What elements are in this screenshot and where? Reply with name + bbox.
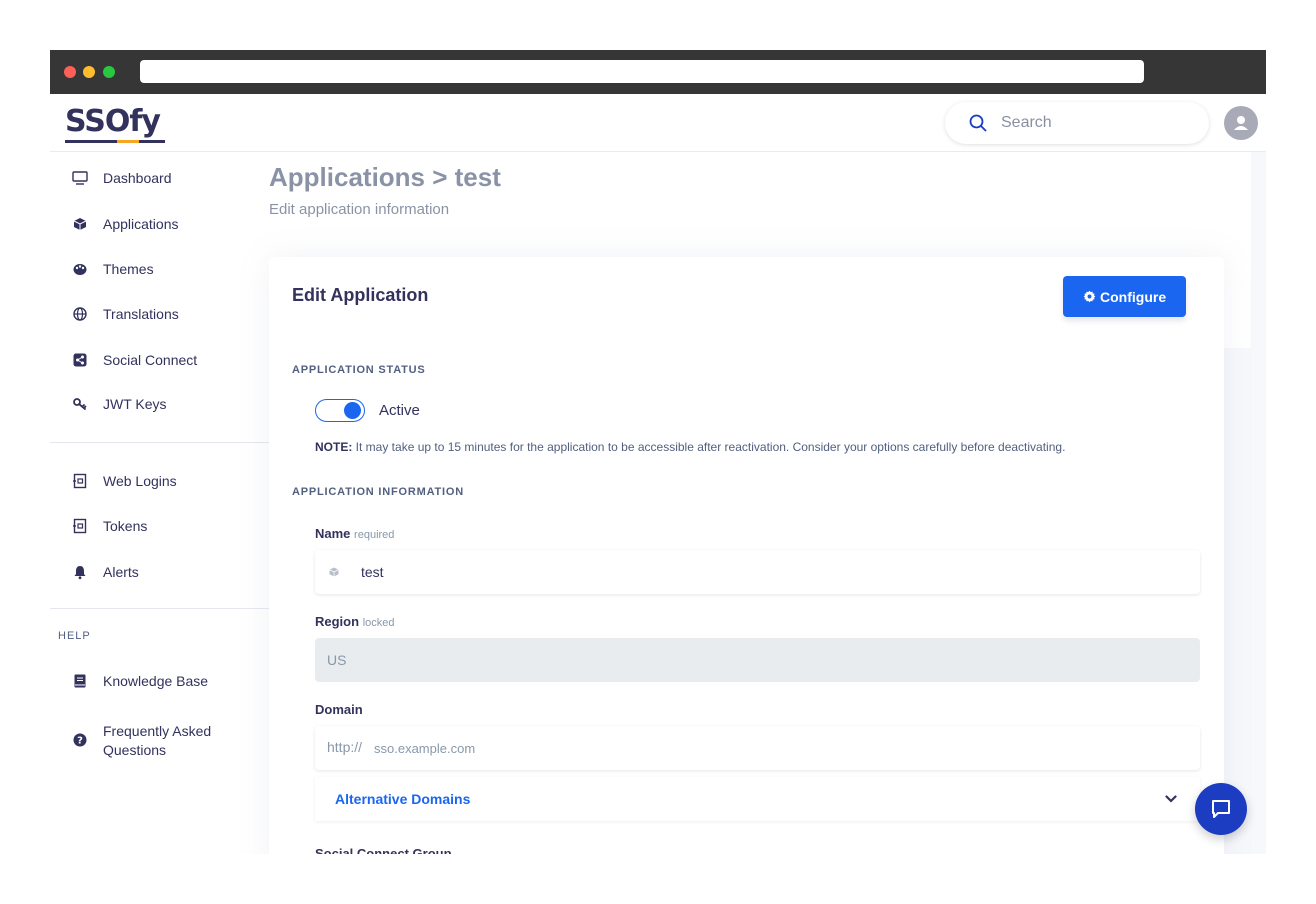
top-navbar: SSOfy bbox=[50, 94, 1266, 152]
question-icon: ? bbox=[73, 733, 87, 747]
id-card-icon bbox=[73, 518, 87, 534]
note-text: It may take up to 15 minutes for the app… bbox=[352, 440, 1066, 454]
name-field-label: Name required bbox=[315, 526, 394, 541]
sidebar-item-dashboard[interactable]: Dashboard bbox=[50, 163, 269, 193]
toggle-knob bbox=[344, 402, 361, 419]
alternative-domains-toggle[interactable]: Alternative Domains bbox=[315, 777, 1200, 821]
sidebar-item-knowledge-base[interactable]: Knowledge Base bbox=[50, 666, 269, 696]
browser-window: SSOfy Dashboard bbox=[50, 50, 1266, 854]
monitor-icon bbox=[72, 171, 88, 185]
id-card-icon bbox=[73, 473, 87, 489]
domain-prefix: http:// bbox=[327, 739, 363, 755]
region-field-label: Region locked bbox=[315, 614, 394, 629]
locked-hint: locked bbox=[362, 617, 395, 629]
sidebar-item-label: Translations bbox=[103, 306, 179, 322]
cube-icon bbox=[73, 218, 87, 230]
sidebar-item-web-logins[interactable]: Web Logins bbox=[50, 466, 269, 496]
application-information-heading: APPLICATION INFORMATION bbox=[292, 486, 464, 498]
name-value: test bbox=[361, 564, 384, 580]
region-value: US bbox=[327, 652, 347, 668]
sidebar-item-label: Applications bbox=[103, 216, 179, 232]
sidebar-item-tokens[interactable]: Tokens bbox=[50, 511, 269, 541]
note-prefix: NOTE: bbox=[315, 440, 353, 454]
sidebar-item-label: Knowledge Base bbox=[103, 673, 209, 689]
name-field[interactable]: test bbox=[315, 550, 1200, 594]
sidebar-item-themes[interactable]: Themes bbox=[50, 254, 269, 284]
search-box[interactable] bbox=[945, 102, 1209, 144]
sidebar-item-label: Dashboard bbox=[103, 170, 172, 186]
sidebar-item-label: Alerts bbox=[103, 564, 139, 580]
key-icon bbox=[73, 398, 87, 410]
chat-button[interactable] bbox=[1195, 783, 1247, 835]
help-section-label: HELP bbox=[58, 630, 91, 642]
palette-icon bbox=[73, 264, 87, 275]
sidebar-item-label: Themes bbox=[103, 261, 154, 277]
cube-icon bbox=[329, 567, 339, 577]
logo-underline bbox=[65, 140, 165, 143]
search-input[interactable] bbox=[1001, 113, 1191, 133]
name-label-text: Name bbox=[315, 526, 351, 541]
page-subtitle: Edit application information bbox=[269, 201, 450, 218]
domain-input[interactable] bbox=[374, 739, 774, 757]
chevron-down-icon bbox=[1165, 795, 1177, 803]
chat-icon bbox=[1212, 800, 1230, 818]
sidebar-item-jwt-keys[interactable]: JWT Keys bbox=[50, 389, 269, 419]
share-icon bbox=[73, 353, 87, 367]
globe-icon bbox=[73, 307, 87, 321]
brand-logo[interactable]: SSOfy bbox=[65, 104, 161, 139]
browser-chrome bbox=[50, 50, 1266, 94]
page-title: Applications > test bbox=[269, 162, 501, 192]
edit-application-card: Edit Application Configure APPLICATION S… bbox=[269, 257, 1224, 854]
configure-button[interactable]: Configure bbox=[1063, 276, 1186, 317]
user-avatar[interactable] bbox=[1224, 106, 1258, 140]
close-window-dot[interactable] bbox=[64, 66, 76, 78]
sidebar-item-translations[interactable]: Translations bbox=[50, 299, 269, 329]
sidebar-item-label: Tokens bbox=[103, 518, 148, 534]
sidebar-item-alerts[interactable]: Alerts bbox=[50, 557, 269, 587]
sidebar-item-social-connect[interactable]: Social Connect bbox=[50, 345, 269, 375]
required-hint: required bbox=[354, 529, 395, 541]
svg-text:?: ? bbox=[77, 736, 83, 747]
book-icon bbox=[74, 674, 86, 688]
application-status-heading: APPLICATION STATUS bbox=[292, 364, 426, 376]
sidebar-divider bbox=[50, 442, 269, 443]
region-field: US bbox=[315, 638, 1200, 682]
sidebar-divider bbox=[50, 608, 269, 609]
address-bar[interactable] bbox=[140, 60, 1144, 83]
sidebar-item-label: Web Logins bbox=[103, 473, 177, 489]
gear-icon bbox=[1083, 290, 1096, 303]
sidebar-item-applications[interactable]: Applications bbox=[50, 209, 269, 239]
domain-field-label: Domain bbox=[315, 702, 363, 717]
sidebar: Dashboard Applications Themes Translatio… bbox=[50, 152, 269, 854]
card-title: Edit Application bbox=[292, 285, 429, 305]
reactivation-note: NOTE: It may take up to 15 minutes for t… bbox=[315, 440, 1065, 454]
minimize-window-dot[interactable] bbox=[83, 66, 95, 78]
alternative-domains-label: Alternative Domains bbox=[335, 791, 471, 807]
toggle-label: Active bbox=[379, 402, 420, 419]
maximize-window-dot[interactable] bbox=[103, 66, 115, 78]
search-icon bbox=[969, 114, 987, 132]
sidebar-item-label: JWT Keys bbox=[103, 396, 167, 412]
sidebar-item-faq[interactable]: ? Frequently Asked Questions bbox=[50, 719, 269, 763]
sidebar-item-label: Frequently Asked Questions bbox=[103, 723, 212, 758]
region-label-text: Region bbox=[315, 614, 360, 629]
sidebar-item-label: Social Connect bbox=[103, 352, 198, 368]
active-toggle[interactable] bbox=[315, 399, 365, 422]
bell-icon bbox=[74, 566, 86, 580]
user-icon bbox=[1234, 116, 1248, 130]
configure-button-label: Configure bbox=[1100, 289, 1167, 305]
domain-field[interactable]: http:// bbox=[315, 726, 1200, 770]
social-connect-group-label: Social Connect Group bbox=[315, 846, 452, 854]
